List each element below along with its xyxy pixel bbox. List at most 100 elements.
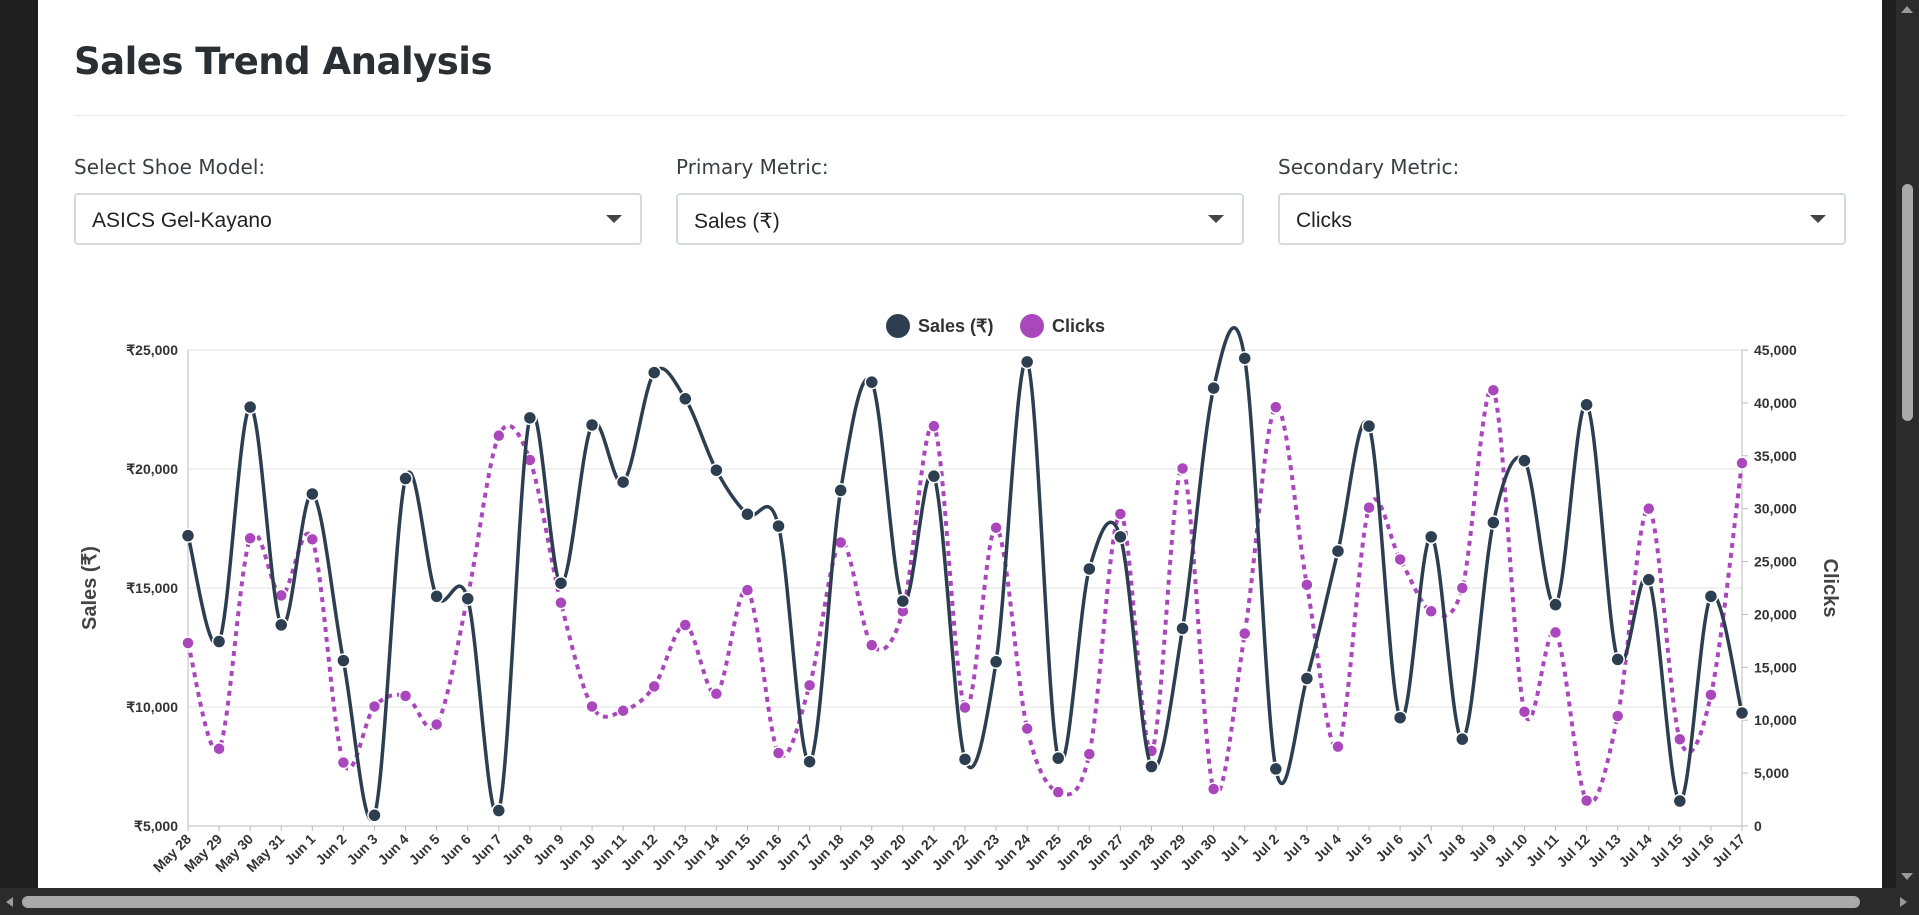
sales-point <box>957 752 973 767</box>
clicks-point <box>1486 383 1501 397</box>
sales-point <box>273 617 289 633</box>
y-left-tick-label: ₹20,000 <box>126 461 178 477</box>
sales-point <box>180 528 196 543</box>
sales-point <box>709 462 724 478</box>
scroll-up-icon[interactable] <box>1901 6 1913 13</box>
sales-point <box>1330 543 1346 559</box>
clicks-point <box>1206 782 1221 796</box>
clicks-point <box>1362 500 1376 515</box>
x-tick-label: Jun 5 <box>406 831 443 868</box>
clicks-point <box>398 689 413 703</box>
sales-point <box>336 653 351 668</box>
clicks-point <box>1424 604 1438 619</box>
sales-trend-chart: ₹5,000 ₹10,000 ₹15,000 ₹20,000 ₹25,000 0 5,000… <box>79 314 1841 875</box>
x-tick-label: Jul 3 <box>1279 831 1313 865</box>
clicks-point <box>616 703 630 718</box>
horizontal-scrollbar[interactable] <box>0 888 1919 915</box>
x-tick-label: Jun 4 <box>375 831 412 868</box>
scroll-right-icon[interactable] <box>1900 897 1907 907</box>
scroll-down-icon[interactable] <box>1901 873 1913 880</box>
clicks-point <box>771 746 786 760</box>
y-left-tick-label: ₹15,000 <box>126 580 178 596</box>
sales-point <box>1019 354 1035 370</box>
clicks-point <box>1020 721 1034 736</box>
clicks-point <box>585 699 599 714</box>
scroll-left-icon[interactable] <box>6 897 13 907</box>
clicks-point <box>989 520 1003 535</box>
sales-point <box>367 808 382 823</box>
x-tick-label: Jul 11 <box>1523 831 1562 870</box>
x-tick-label: Jun 1 <box>281 831 318 868</box>
x-tick-label: Jun 8 <box>499 831 536 868</box>
x-tick-label: Jun 7 <box>468 831 505 868</box>
clicks-point <box>1393 552 1407 567</box>
y-left-axis-title: Sales (₹) <box>79 546 101 630</box>
clicks-point <box>1548 625 1563 640</box>
sales-point <box>1206 380 1221 396</box>
y-right-tick-label: 35,000 <box>1754 448 1797 464</box>
x-tick-label: Jul 14 <box>1615 831 1655 871</box>
clicks-point <box>927 419 941 433</box>
sales-line <box>186 326 1744 822</box>
x-tick-label: Jul 2 <box>1248 831 1282 865</box>
sales-point <box>1392 710 1408 725</box>
vertical-scrollbar[interactable] <box>1896 0 1919 888</box>
y-right-tick-label: 5,000 <box>1754 765 1789 781</box>
sales-point <box>1734 705 1750 721</box>
clicks-point <box>554 596 568 610</box>
clicks-point <box>243 531 257 546</box>
clicks-point <box>1331 739 1345 754</box>
y-right-tick-label: 15,000 <box>1754 659 1797 675</box>
clicks-point <box>1673 732 1687 747</box>
clicks-point <box>1517 705 1532 719</box>
legend-marker-icon <box>886 314 910 338</box>
y-right-tick-label: 25,000 <box>1754 554 1797 570</box>
sales-point <box>1299 671 1315 686</box>
sales-point <box>615 474 631 490</box>
y-left-tick-label: ₹5,000 <box>134 818 178 834</box>
sales-point <box>1113 529 1128 545</box>
sales-point <box>491 803 507 818</box>
clicks-point <box>1082 747 1097 761</box>
clicks-point <box>212 742 226 756</box>
page-panel: Sales Trend Analysis Select Shoe Model: … <box>38 0 1882 888</box>
sales-point <box>771 518 786 534</box>
clicks-point <box>678 618 693 632</box>
y-right-axis-title: Clicks <box>1819 559 1841 618</box>
sales-point <box>1237 351 1252 366</box>
x-tick-label: Jul 4 <box>1310 831 1344 865</box>
sales-point <box>833 483 848 498</box>
sales-point <box>1548 597 1563 612</box>
x-tick-label: Jul 12 <box>1553 831 1593 871</box>
sales-point <box>1455 731 1470 747</box>
vertical-scroll-thumb[interactable] <box>1902 184 1913 421</box>
clicks-point <box>1735 456 1749 470</box>
sales-point <box>429 589 444 604</box>
sales-point <box>740 506 755 522</box>
sales-point <box>1050 750 1066 766</box>
clicks-point <box>1175 461 1190 476</box>
sales-point <box>305 486 320 502</box>
y-left-tick-label: ₹25,000 <box>126 342 178 358</box>
y-right-tick-label: 40,000 <box>1754 395 1797 411</box>
legend-label: Sales (₹) <box>918 316 993 336</box>
sales-point <box>398 471 413 486</box>
y-right-tick-label: 10,000 <box>1754 712 1797 728</box>
sales-point <box>1641 572 1657 587</box>
clicks-point <box>1642 501 1656 516</box>
sales-point <box>1579 397 1594 412</box>
sales-point <box>864 374 880 390</box>
sales-point <box>1610 652 1625 667</box>
x-tick-label: Jun 3 <box>343 831 380 868</box>
sales-point <box>584 417 600 433</box>
clicks-point <box>1579 793 1594 808</box>
clicks-point <box>1237 626 1252 641</box>
clicks-point <box>1300 578 1314 592</box>
x-tick-label: Jul 13 <box>1584 831 1624 871</box>
horizontal-scroll-thumb[interactable] <box>22 896 1860 908</box>
sales-point <box>211 634 227 649</box>
clicks-point <box>1610 709 1625 723</box>
y-right-tick-label: 45,000 <box>1754 342 1797 358</box>
clicks-point <box>802 678 817 693</box>
clicks-point <box>1051 785 1065 799</box>
